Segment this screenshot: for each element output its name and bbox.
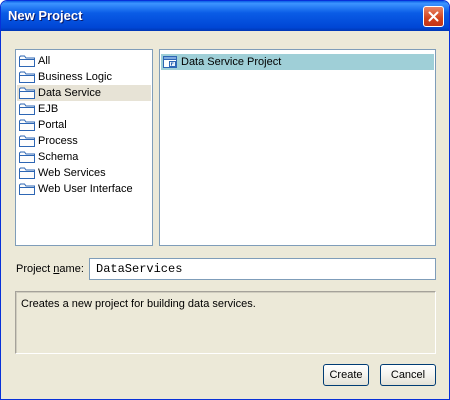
category-item-web-services[interactable]: Web Services — [17, 165, 151, 181]
category-label: Data Service — [38, 87, 101, 99]
template-item-data-service-project[interactable]: Data Service Project — [161, 54, 434, 70]
title-bar[interactable]: New Project — [1, 1, 449, 31]
category-label: Portal — [38, 119, 67, 131]
category-list[interactable]: All Business Logic Data Service EJB Port… — [15, 49, 153, 246]
category-label: EJB — [38, 103, 59, 115]
category-item-business-logic[interactable]: Business Logic — [17, 69, 151, 85]
folder-icon — [19, 55, 35, 67]
description-panel: Creates a new project for building data … — [15, 291, 436, 354]
category-item-ejb[interactable]: EJB — [17, 101, 151, 117]
folder-icon — [19, 183, 35, 195]
category-label: Web Services — [38, 167, 106, 179]
create-button[interactable]: Create — [323, 364, 369, 386]
category-item-portal[interactable]: Portal — [17, 117, 151, 133]
data-service-project-icon — [163, 56, 177, 68]
folder-icon — [19, 167, 35, 179]
category-item-schema[interactable]: Schema — [17, 149, 151, 165]
template-list[interactable]: Data Service Project — [159, 49, 436, 246]
cancel-button[interactable]: Cancel — [380, 364, 436, 386]
category-label: All — [38, 55, 51, 67]
category-item-web-user-interface[interactable]: Web User Interface — [17, 181, 151, 197]
category-label: Schema — [38, 151, 79, 163]
category-label: Web User Interface — [38, 183, 133, 195]
folder-icon — [19, 151, 35, 163]
folder-icon — [19, 103, 35, 115]
new-project-dialog: New Project All Business Logic Data Serv… — [0, 0, 450, 400]
category-item-all[interactable]: All — [17, 53, 151, 69]
project-name-input[interactable] — [89, 258, 436, 280]
folder-icon — [19, 135, 35, 147]
close-icon — [428, 11, 439, 22]
category-label: Business Logic — [38, 71, 112, 83]
category-item-data-service[interactable]: Data Service — [17, 85, 151, 101]
folder-icon — [19, 87, 35, 99]
template-label: Data Service Project — [181, 56, 282, 68]
description-text: Creates a new project for building data … — [21, 298, 256, 310]
category-label: Process — [38, 135, 78, 147]
folder-icon — [19, 71, 35, 83]
project-name-label: Project name: — [16, 263, 84, 275]
close-button[interactable] — [423, 6, 444, 27]
dialog-title: New Project — [8, 8, 83, 23]
category-item-process[interactable]: Process — [17, 133, 151, 149]
folder-icon — [19, 119, 35, 131]
